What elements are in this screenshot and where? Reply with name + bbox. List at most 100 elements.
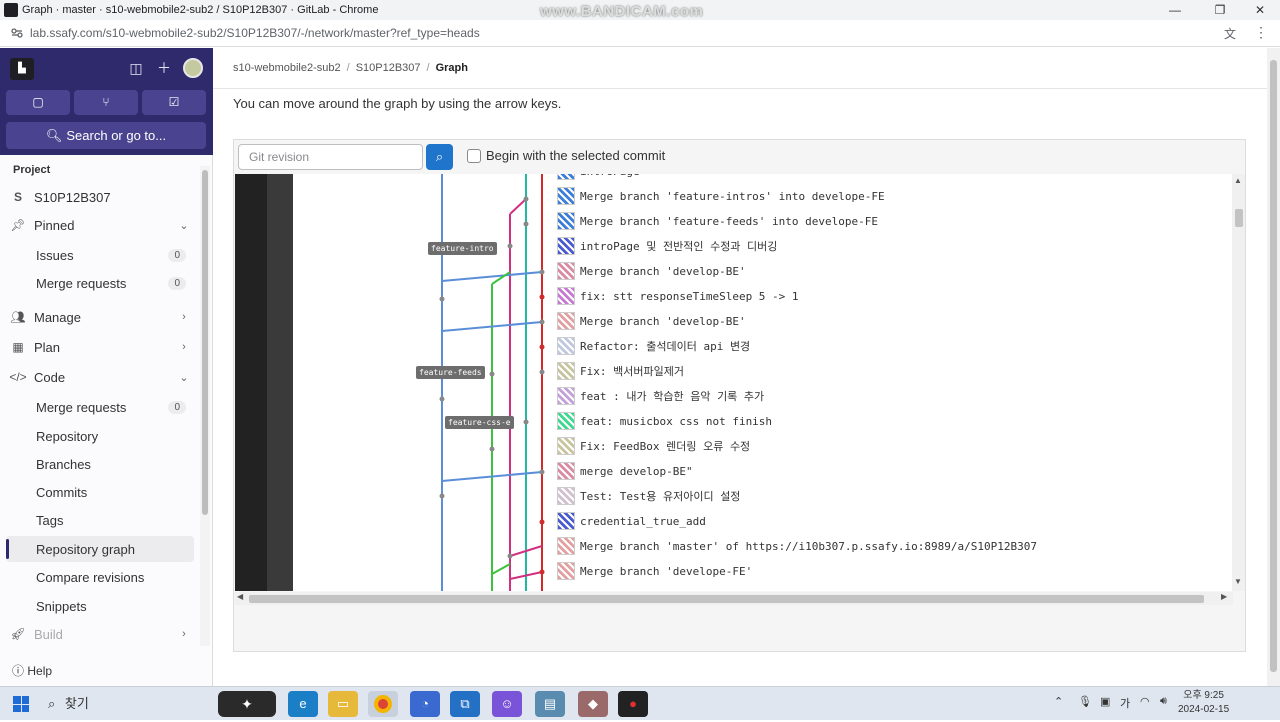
commit-row[interactable]: Test: Test용 유저아이디 설정 <box>557 485 740 507</box>
microphone-icon[interactable]: 🎙︎ <box>1078 695 1092 708</box>
commit-node[interactable] <box>439 296 445 302</box>
wifi-icon[interactable]: ◠ <box>1140 695 1150 708</box>
commit-row[interactable]: merge develop-BE" <box>557 460 693 482</box>
translate-icon[interactable]: 文 <box>1224 25 1240 41</box>
commit-row[interactable]: Refactor: 출석데이터 api 변경 <box>557 335 750 357</box>
commit-node[interactable] <box>539 469 545 475</box>
issues-shortcut-icon[interactable]: ▢ <box>6 90 70 115</box>
commit-message[interactable]: feat : 내가 학습한 음악 기록 추가 <box>580 388 764 404</box>
commit-message[interactable]: fix: stt responseTimeSleep 5 -> 1 <box>580 290 799 303</box>
commit-message[interactable]: Merge branch 'develop-BE' <box>580 265 746 278</box>
search-button[interactable]: 🔍︎ Search or go to... <box>6 122 206 149</box>
help-button[interactable]: ⓘ Help <box>12 662 52 679</box>
commit-row[interactable]: feat: musicbox css not finish <box>557 410 772 432</box>
taskbar-search[interactable]: ⌕ 찾기 <box>48 693 89 712</box>
graph-vscroll-thumb[interactable] <box>1235 209 1243 227</box>
commit-avatar[interactable] <box>557 287 575 305</box>
sidebar-item-repository-graph[interactable]: Repository graph <box>6 536 194 562</box>
bandicam-record-icon[interactable]: ● <box>618 691 648 717</box>
commit-message[interactable]: Merge branch 'master' of https://i10b307… <box>580 540 1037 553</box>
commit-node[interactable] <box>523 196 529 202</box>
commit-avatar[interactable] <box>557 337 575 355</box>
merge-requests-shortcut-icon[interactable]: ⑂ <box>74 90 138 115</box>
minimize-icon[interactable]: — <box>1160 0 1190 20</box>
commit-message[interactable]: Merge branch 'feature-intros' into devel… <box>580 190 885 203</box>
sidebar-scroll-thumb[interactable] <box>202 170 208 515</box>
graph-horizontal-scrollbar[interactable]: ◀ ▶ <box>235 592 1233 605</box>
breadcrumb-project[interactable]: S10P12B307 <box>356 62 421 74</box>
commit-node[interactable] <box>523 419 529 425</box>
commit-row[interactable]: Merge branch 'feature-intros' into devel… <box>557 185 885 207</box>
scroll-right-icon[interactable]: ▶ <box>1221 592 1227 601</box>
commit-message[interactable]: introPage 및 전반적인 수정과 디버깅 <box>580 238 777 254</box>
commit-message[interactable]: credential_true_add <box>580 515 706 528</box>
sidebar-item-snippets[interactable]: Snippets <box>6 593 194 619</box>
graph-hscroll-thumb[interactable] <box>249 595 1204 603</box>
app-icon-3[interactable]: ◆ <box>578 691 608 717</box>
keyboard-layout-icon[interactable]: 가 <box>1120 695 1130 711</box>
branch-label[interactable]: feature-feeds <box>416 366 485 379</box>
discord-icon[interactable]: ☺ <box>492 691 522 717</box>
commit-avatar[interactable] <box>557 174 575 180</box>
commit-node[interactable] <box>507 243 513 249</box>
commit-avatar[interactable] <box>557 537 575 555</box>
page-scrollbar[interactable] <box>1267 48 1280 686</box>
breadcrumb-group[interactable]: s10-webmobile2-sub2 <box>233 62 341 74</box>
commit-row[interactable]: introPage <box>557 174 640 182</box>
app-icon-2[interactable]: ▤ <box>535 691 565 717</box>
commit-avatar[interactable] <box>557 362 575 380</box>
tray-chevron-icon[interactable]: ⌃ <box>1054 695 1063 708</box>
breadcrumb-current[interactable]: Graph <box>436 62 468 74</box>
commit-row[interactable]: feat : 내가 학습한 음악 기록 추가 <box>557 385 764 407</box>
sidebar-item-compare-revisions[interactable]: Compare revisions <box>6 564 194 590</box>
commit-node[interactable] <box>539 344 545 350</box>
url-text[interactable]: lab.ssafy.com/s10-webmobile2-sub2/S10P12… <box>30 26 480 40</box>
app-icon[interactable]: ◔ <box>410 691 440 717</box>
commit-node[interactable] <box>539 269 545 275</box>
chrome-icon[interactable] <box>368 691 398 717</box>
sidebar-item-repository[interactable]: Repository <box>6 423 194 449</box>
commit-row[interactable]: Merge branch 'master' of https://i10b307… <box>557 535 1037 557</box>
commit-avatar[interactable] <box>557 387 575 405</box>
sidebar-scrollbar[interactable] <box>200 166 210 646</box>
commit-row[interactable]: credential_true_add <box>557 510 706 532</box>
sidebar-item-plan[interactable]: ▦ Plan › <box>6 334 194 360</box>
sidebar-item-commits[interactable]: Commits <box>6 479 194 505</box>
commit-node[interactable] <box>539 319 545 325</box>
sidebar-item-merge-requests-pinned[interactable]: Merge requests 0 <box>6 270 194 296</box>
commit-avatar[interactable] <box>557 312 575 330</box>
commit-avatar[interactable] <box>557 237 575 255</box>
tray-app-icon[interactable]: ▣ <box>1100 695 1110 708</box>
copilot-icon[interactable]: ✦ <box>218 691 276 717</box>
scroll-left-icon[interactable]: ◀ <box>237 592 243 601</box>
vscode-icon[interactable]: ⧉ <box>450 691 480 717</box>
commit-message[interactable]: Fix: FeedBox 렌더링 오류 수정 <box>580 438 750 454</box>
commit-node[interactable] <box>539 519 545 525</box>
sidebar-item-tags[interactable]: Tags <box>6 507 194 533</box>
sidebar-item-branches[interactable]: Branches <box>6 451 194 477</box>
commit-row[interactable]: fix: stt responseTimeSleep 5 -> 1 <box>557 285 799 307</box>
commit-message[interactable]: Refactor: 출석데이터 api 변경 <box>580 338 750 354</box>
network-graph[interactable]: introPage Merge branch 'feature-intros' i… <box>235 174 1235 591</box>
commit-row[interactable]: Merge branch 'develop-BE' <box>557 260 746 282</box>
commit-message[interactable]: introPage <box>580 174 640 178</box>
volume-icon[interactable]: 🔊︎ <box>1160 695 1167 708</box>
commit-avatar[interactable] <box>557 562 575 580</box>
commit-avatar[interactable] <box>557 262 575 280</box>
commit-row[interactable]: Fix: 백서버파일제거 <box>557 360 684 382</box>
commit-avatar[interactable] <box>557 412 575 430</box>
browser-menu-icon[interactable]: ⋮ <box>1254 24 1268 41</box>
todo-shortcut-icon[interactable]: ☑ <box>142 90 206 115</box>
commit-node[interactable] <box>439 493 445 499</box>
commit-row[interactable]: Merge branch 'feature-feeds' into develo… <box>557 210 878 232</box>
sidebar-item-pinned[interactable]: 📌︎ Pinned ⌄ <box>6 212 194 238</box>
commit-node[interactable] <box>523 221 529 227</box>
commit-avatar[interactable] <box>557 212 575 230</box>
page-scroll-thumb[interactable] <box>1270 60 1277 672</box>
commit-node[interactable] <box>439 396 445 402</box>
graph-vertical-scrollbar[interactable]: ▲ ▼ <box>1232 174 1245 591</box>
commit-row[interactable]: Fix: FeedBox 렌더링 오류 수정 <box>557 435 750 457</box>
commit-row[interactable]: Merge branch 'develope-FE' <box>557 560 752 582</box>
commit-avatar[interactable] <box>557 187 575 205</box>
git-revision-input[interactable]: Git revision <box>238 144 423 170</box>
